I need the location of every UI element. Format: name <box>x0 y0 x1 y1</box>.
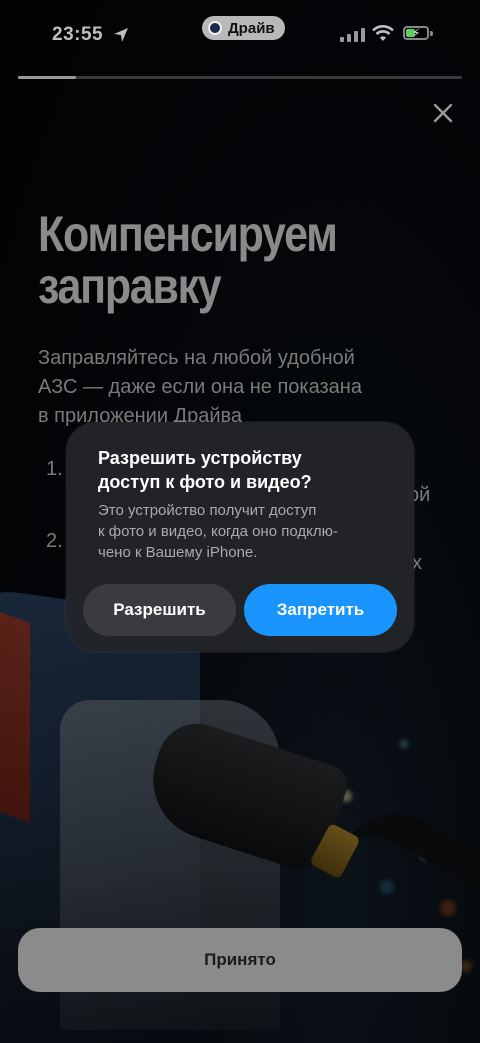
promo-title-line: заправку <box>38 258 222 314</box>
dialog-message-line: чено к Вашему iPhone. <box>98 544 258 561</box>
dialog-title-line: доступ к фото и видео? <box>98 472 312 492</box>
promo-desc-line: АЗС — даже если она не показана <box>38 376 362 398</box>
status-bar: 23:55 Драйв ⚡ <box>0 0 480 70</box>
app-pill-icon <box>208 21 222 35</box>
promo-desc-line: Заправляйтесь на любой удобной <box>38 347 355 369</box>
promo-title-line: Компенсируем <box>38 206 338 262</box>
wifi-icon <box>372 25 394 41</box>
story-progress-fill <box>18 76 76 79</box>
location-icon <box>114 28 128 42</box>
deny-button[interactable]: Запретить <box>244 584 397 636</box>
dialog-title: Разрешить устройству доступ к фото и вид… <box>98 446 398 494</box>
signal-icon <box>340 28 365 42</box>
app-pill-label: Драйв <box>228 19 275 37</box>
close-icon[interactable] <box>430 100 456 126</box>
accept-button[interactable]: Принято <box>18 928 462 992</box>
list-number: 1. <box>46 458 63 480</box>
app-pill[interactable]: Драйв <box>202 16 285 40</box>
story-progress <box>18 76 462 79</box>
promo-description: Заправляйтесь на любой удобной АЗС — даж… <box>38 344 438 431</box>
dialog-message-line: к фото и видео, когда оно подклю- <box>98 523 338 540</box>
allow-button[interactable]: Разрешить <box>83 584 236 636</box>
dialog-message-line: Это устройство получит доступ <box>98 502 317 519</box>
promo-title: Компенсируем заправку <box>38 208 391 312</box>
permission-dialog: Разрешить устройству доступ к фото и вид… <box>66 422 414 652</box>
status-time: 23:55 <box>52 24 104 45</box>
charging-icon: ⚡ <box>412 26 421 40</box>
battery-cap <box>430 31 433 36</box>
list-number: 2. <box>46 530 63 552</box>
dialog-message: Это устройство получит доступ к фото и в… <box>98 500 398 563</box>
dialog-title-line: Разрешить устройству <box>98 448 302 468</box>
